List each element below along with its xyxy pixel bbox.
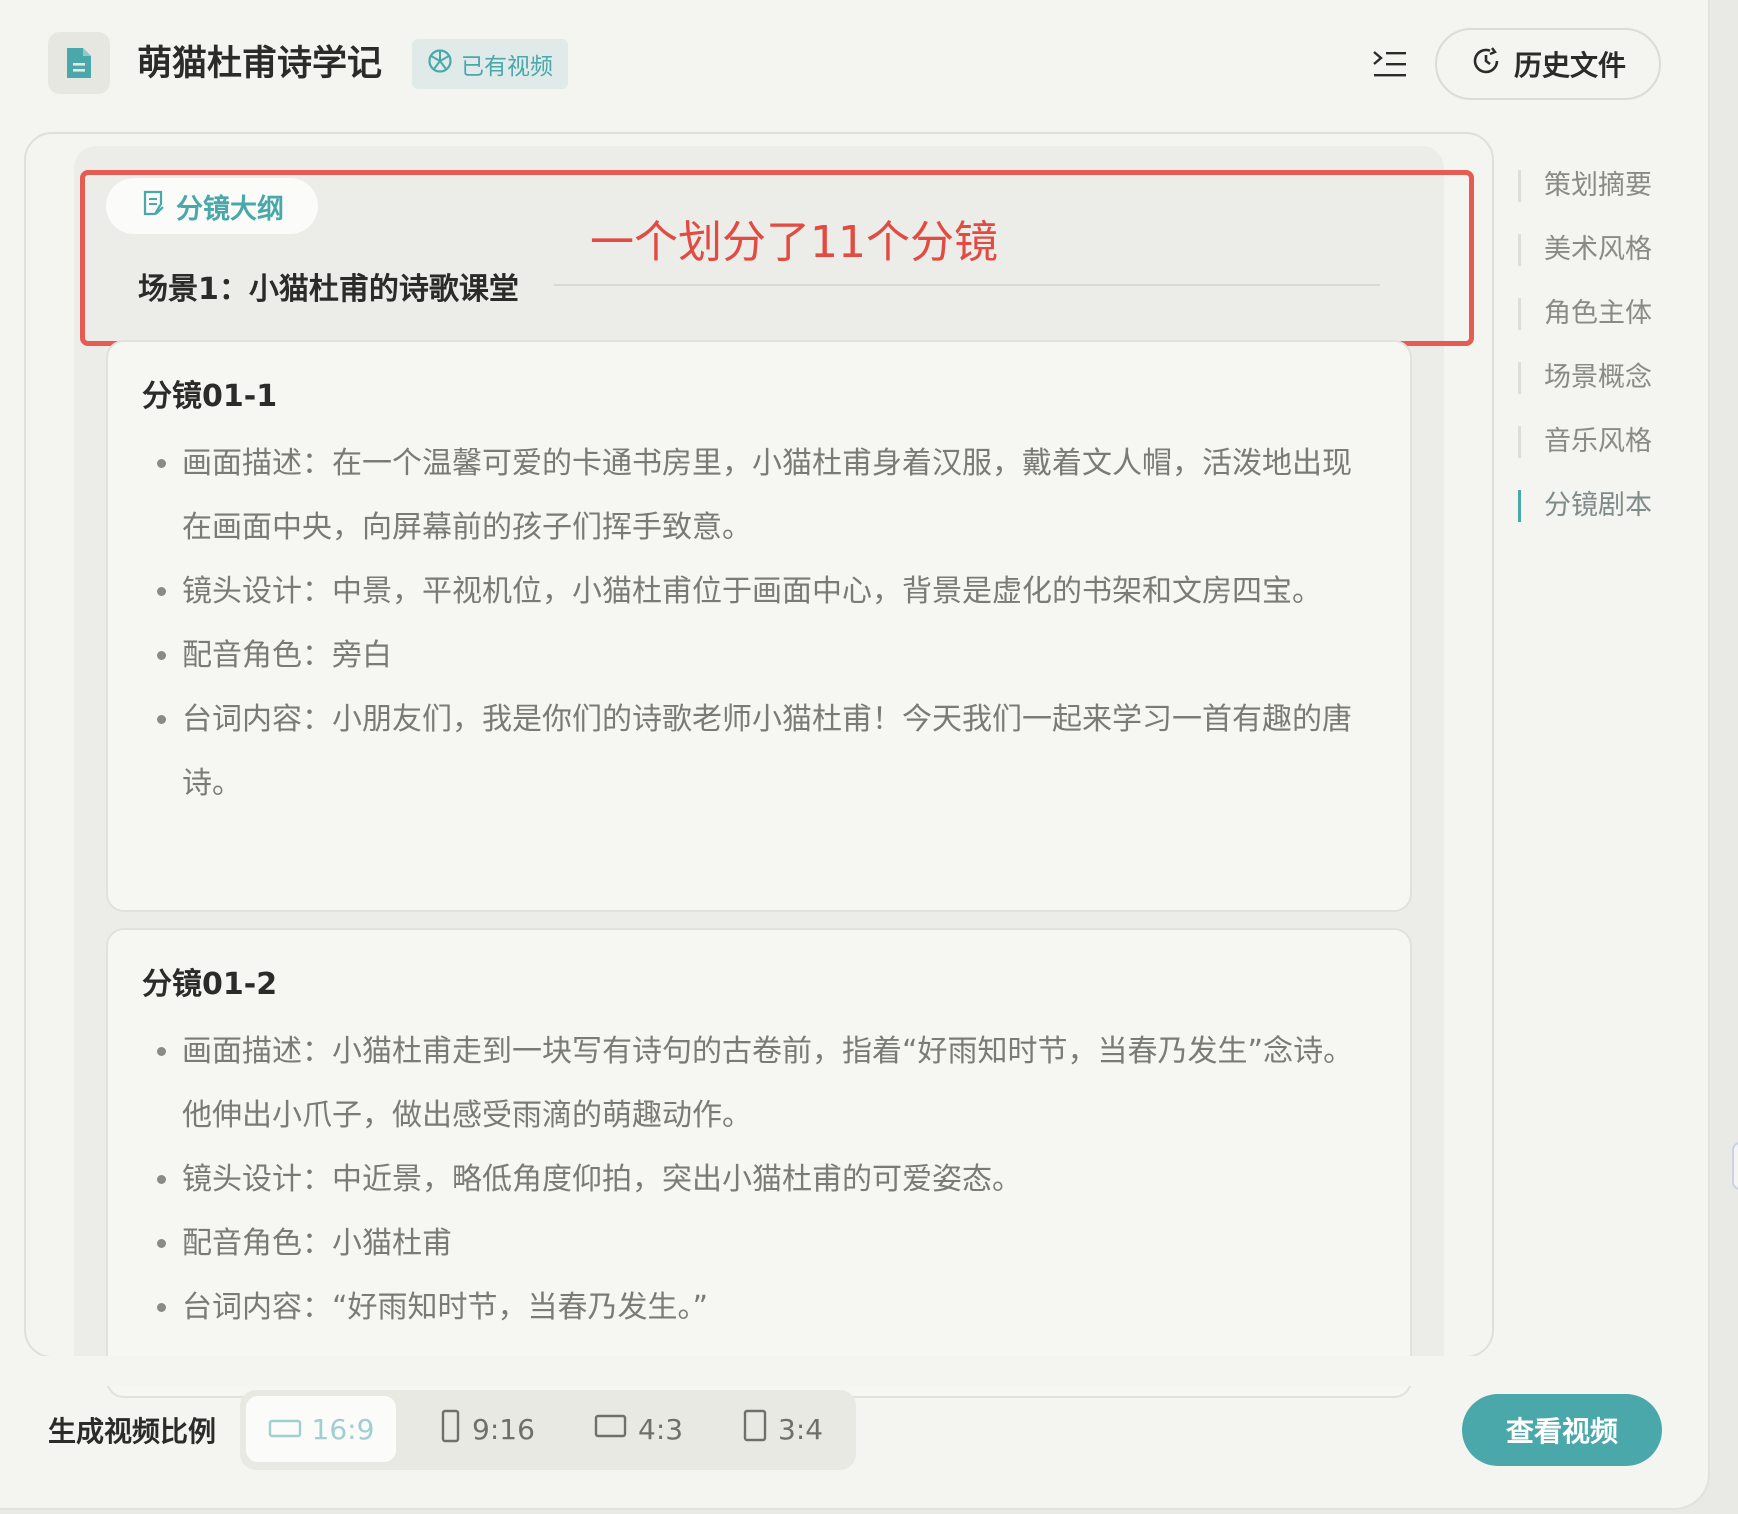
history-button-label: 历史文件 bbox=[1513, 49, 1626, 82]
ratio-label: 生成视频比例 bbox=[48, 1415, 217, 1448]
ratio-label-16-9: 16:9 bbox=[311, 1412, 375, 1446]
portrait-icon bbox=[440, 1409, 462, 1450]
list-item: 镜头设计：中景，平视机位，小猫杜甫位于画面中心，背景是虚化的书架和文房四宝。 bbox=[182, 560, 1370, 624]
list-item: 画面描述：在一个温馨可爱的卡通书房里，小猫杜甫身着汉服，戴着文人帽，活泼地出现在… bbox=[182, 432, 1370, 560]
list-item: 台词内容：小朋友们，我是你们的诗歌老师小猫杜甫！今天我们一起来学习一首有趣的唐诗… bbox=[182, 688, 1370, 816]
landscape-4-3-icon bbox=[594, 1413, 628, 1446]
ratio-label-3-4: 3:4 bbox=[778, 1412, 824, 1446]
history-files-button[interactable]: 历史文件 bbox=[1435, 28, 1661, 100]
shot-details: 画面描述：小猫杜甫走到一块写有诗句的古卷前，指着“好雨知时节，当春乃发生”念诗。… bbox=[142, 1020, 1370, 1340]
view-video-button[interactable]: 查看视频 bbox=[1462, 1394, 1662, 1466]
ratio-label-9-16: 9:16 bbox=[472, 1412, 535, 1446]
history-clock-icon bbox=[1470, 45, 1502, 84]
list-item: 配音角色：小猫杜甫 bbox=[182, 1212, 1370, 1276]
document-icon bbox=[48, 32, 110, 94]
shot-title: 分镜01-2 bbox=[142, 967, 278, 1002]
badge-label: 已有视频 bbox=[461, 54, 553, 80]
ratio-option-16-9[interactable]: 16:9 bbox=[246, 1396, 396, 1462]
app-window: 萌猫杜甫诗学记 已有视频 历史文件 分镜大纲 场景1：小猫杜甫的诗歌课堂 一个划… bbox=[0, 0, 1710, 1510]
ratio-selector: 16:9 9:16 4:3 3:4 bbox=[240, 1390, 856, 1470]
list-item: 镜头设计：中近景，略低角度仰拍，突出小猫杜甫的可爱姿态。 bbox=[182, 1148, 1370, 1212]
shot-card: 分镜01-2 画面描述：小猫杜甫走到一块写有诗句的古卷前，指着“好雨知时节，当春… bbox=[106, 928, 1412, 1398]
ratio-option-9-16[interactable]: 9:16 bbox=[440, 1396, 535, 1462]
list-item: 台词内容：“好雨知时节，当春乃发生。” bbox=[182, 1276, 1370, 1340]
toc-item-art-style[interactable]: 美术风格 bbox=[1518, 232, 1652, 268]
landscape-icon bbox=[268, 1413, 302, 1446]
toc-item-scene-concept[interactable]: 场景概念 bbox=[1518, 360, 1652, 396]
toc-item-storyboard[interactable]: 分镜剧本 bbox=[1518, 488, 1652, 524]
toc-item-music-style[interactable]: 音乐风格 bbox=[1518, 424, 1652, 460]
shot-title: 分镜01-1 bbox=[142, 379, 278, 414]
ratio-option-3-4[interactable]: 3:4 bbox=[742, 1396, 823, 1462]
video-status-badge: 已有视频 bbox=[412, 39, 568, 89]
shot-details: 画面描述：在一个温馨可爱的卡通书房里，小猫杜甫身着汉服，戴着文人帽，活泼地出现在… bbox=[142, 432, 1370, 816]
outline-toggle-icon[interactable] bbox=[1372, 48, 1408, 80]
annotation-text: 一个划分了11个分镜 bbox=[590, 217, 998, 268]
shot-card: 分镜01-1 画面描述：在一个温馨可爱的卡通书房里，小猫杜甫身着汉服，戴着文人帽… bbox=[106, 340, 1412, 912]
table-of-contents: 策划摘要 美术风格 角色主体 场景概念 音乐风格 分镜剧本 bbox=[1518, 168, 1652, 552]
list-item: 画面描述：小猫杜甫走到一块写有诗句的古卷前，指着“好雨知时节，当春乃发生”念诗。… bbox=[182, 1020, 1370, 1148]
page-title: 萌猫杜甫诗学记 bbox=[137, 44, 383, 84]
portrait-3-4-icon bbox=[742, 1409, 768, 1450]
floating-edge-handle[interactable] bbox=[1732, 1142, 1738, 1190]
toc-item-characters[interactable]: 角色主体 bbox=[1518, 296, 1652, 332]
panel-bottom-mask bbox=[0, 1356, 1500, 1386]
ratio-label-4-3: 4:3 bbox=[638, 1412, 684, 1446]
video-icon bbox=[427, 48, 453, 80]
toc-item-summary[interactable]: 策划摘要 bbox=[1518, 168, 1652, 204]
ratio-option-4-3[interactable]: 4:3 bbox=[594, 1396, 683, 1462]
list-item: 配音角色：旁白 bbox=[182, 624, 1370, 688]
